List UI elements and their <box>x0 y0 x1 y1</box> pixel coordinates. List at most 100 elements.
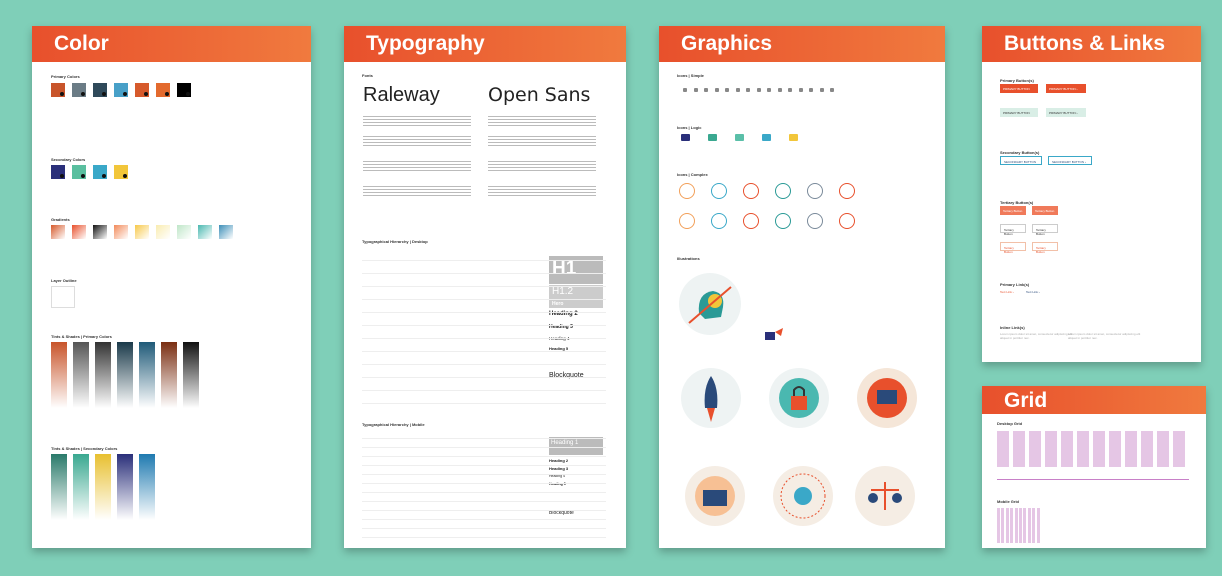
primary-button-green-arrow-sample[interactable]: PRIMARY BUTTON › <box>1046 108 1086 117</box>
mobile-table-row <box>362 439 606 448</box>
primary-swatch <box>72 83 86 97</box>
complex-icon <box>679 213 695 229</box>
mobile-table-row <box>362 484 606 493</box>
gradient-swatch <box>156 225 170 239</box>
desktop-hierarchy-label: Typographical Hierarchy | Desktop <box>362 239 428 244</box>
layer-outline-box <box>51 286 75 308</box>
mobile-grid-column <box>1001 508 1005 543</box>
mobile-grid-column <box>1010 508 1014 543</box>
desktop-grid-column <box>1125 431 1137 467</box>
desktop-table-row <box>362 248 606 261</box>
desktop-grid-column <box>1173 431 1185 467</box>
tertiary-button-sample-1[interactable]: Tertiary Button <box>1000 206 1026 215</box>
secondary-button-sample[interactable]: SECONDARY BUTTON <box>1000 156 1042 165</box>
desktop-table-row <box>362 339 606 352</box>
simple-icon <box>767 88 771 92</box>
logic-icon <box>789 134 798 141</box>
primary-swatch <box>114 83 128 97</box>
gradients-label: Gradients <box>51 217 70 222</box>
primary-button-green-sample[interactable]: PRIMARY BUTTON <box>1000 108 1038 117</box>
desktop-table-row <box>362 261 606 274</box>
mobile-table-row <box>362 502 606 511</box>
primary-swatch <box>156 83 170 97</box>
graphics-card: Graphics Icons | Simple Icons | Logic Ic… <box>659 26 945 548</box>
simple-icon <box>693 88 698 92</box>
swatch-dot <box>123 92 127 96</box>
mobile-table-row <box>362 448 606 457</box>
secondary-swatch <box>93 165 107 179</box>
mobile-grid-column <box>1019 508 1022 543</box>
illustration-network-icon <box>773 466 833 526</box>
primary-links-label: Primary Link(s) <box>1000 282 1030 287</box>
desktop-grid-column <box>1029 431 1041 467</box>
desktop-grid-label: Desktop Grid <box>997 421 1023 426</box>
primary-button-sample[interactable]: PRIMARY BUTTON <box>1000 84 1038 93</box>
tint-strip <box>139 342 155 408</box>
tertiary-button-sample-2[interactable]: Tertiary Button <box>1032 206 1058 215</box>
primary-swatch <box>51 83 65 97</box>
desktop-table-row <box>362 352 606 365</box>
gradient-swatch <box>72 225 86 239</box>
icons-logic-label: Icons | Logic <box>677 125 702 130</box>
complex-icon <box>775 183 791 199</box>
primary-colors-label: Primary Colors <box>51 74 80 79</box>
desktop-table-row <box>362 326 606 339</box>
inline-link-sample-2: Lorem ipsum dolor sit amet, consectetur … <box>1068 332 1141 340</box>
logic-icon <box>735 134 744 141</box>
color-card-header: Color <box>32 26 311 62</box>
simple-icon <box>735 88 740 92</box>
swatch-dot <box>81 174 85 178</box>
primary-link-sample[interactable]: Text Link › <box>1000 290 1014 294</box>
tint-strip <box>95 342 111 408</box>
illustration-small-icon <box>763 326 785 342</box>
tertiary-button-sample-4[interactable]: Tertiary Button <box>1032 224 1058 236</box>
layer-outline-label: Layer Outline <box>51 278 77 283</box>
tint-strip <box>73 454 89 520</box>
complex-icon <box>711 213 727 229</box>
mobile-grid-label: Mobile Grid <box>997 499 1019 504</box>
gradient-swatch <box>51 225 65 239</box>
illustration-bank-icon <box>685 466 745 526</box>
mobile-table-row <box>362 511 606 520</box>
mobile-hierarchy-label: Typographical Hierarchy | Mobile <box>362 422 425 427</box>
specimen-text <box>363 186 471 196</box>
specimen-text <box>363 116 471 126</box>
primary-link-sample-2[interactable]: Text Link › <box>1026 290 1040 294</box>
specimen-text <box>488 116 596 126</box>
swatch-dot <box>60 174 64 178</box>
simple-icon <box>809 88 813 92</box>
secondary-button-arrow-sample[interactable]: SECONDARY BUTTON › <box>1048 156 1092 165</box>
typography-card: Typography Fonts Raleway Open Sans Typog… <box>344 26 626 548</box>
primary-swatch <box>177 83 191 97</box>
simple-icon <box>683 88 687 92</box>
tint-strip <box>51 342 67 408</box>
primary-swatch <box>93 83 107 97</box>
tertiary-button-sample-5[interactable]: Tertiary Button <box>1000 242 1026 254</box>
mobile-grid-column <box>1027 508 1031 543</box>
desktop-grid-column <box>1141 431 1153 467</box>
desktop-table-row <box>362 391 606 404</box>
secondary-swatch <box>51 165 65 179</box>
gradient-swatch <box>219 225 233 239</box>
buttons-card-header: Buttons & Links <box>982 26 1201 62</box>
tertiary-button-sample-6[interactable]: Tertiary Button <box>1032 242 1058 254</box>
tint-strip <box>161 342 177 408</box>
primary-button-arrow-sample[interactable]: PRIMARY BUTTON › <box>1046 84 1086 93</box>
tint-strip <box>95 454 111 520</box>
mobile-table-row <box>362 475 606 484</box>
simple-icon <box>819 88 824 92</box>
color-card: Color Primary Colors Secondary Colors Gr… <box>32 26 311 548</box>
tertiary-button-sample-3[interactable]: Tertiary Button <box>1000 224 1026 236</box>
icons-complex-label: Icons | Complex <box>677 172 708 177</box>
specimen-text <box>363 161 471 171</box>
desktop-table-row <box>362 378 606 391</box>
secondary-buttons-label: Secondary Button(s) <box>1000 150 1040 155</box>
swatch-dot <box>123 174 127 178</box>
desktop-grid-column <box>1157 431 1169 467</box>
tint-strip <box>73 342 89 408</box>
logic-icon <box>708 134 717 141</box>
specimen-text <box>488 186 596 196</box>
primary-buttons-label: Primary Button(s) <box>1000 78 1034 83</box>
specimen-text <box>363 136 471 146</box>
complex-icon <box>743 213 759 229</box>
